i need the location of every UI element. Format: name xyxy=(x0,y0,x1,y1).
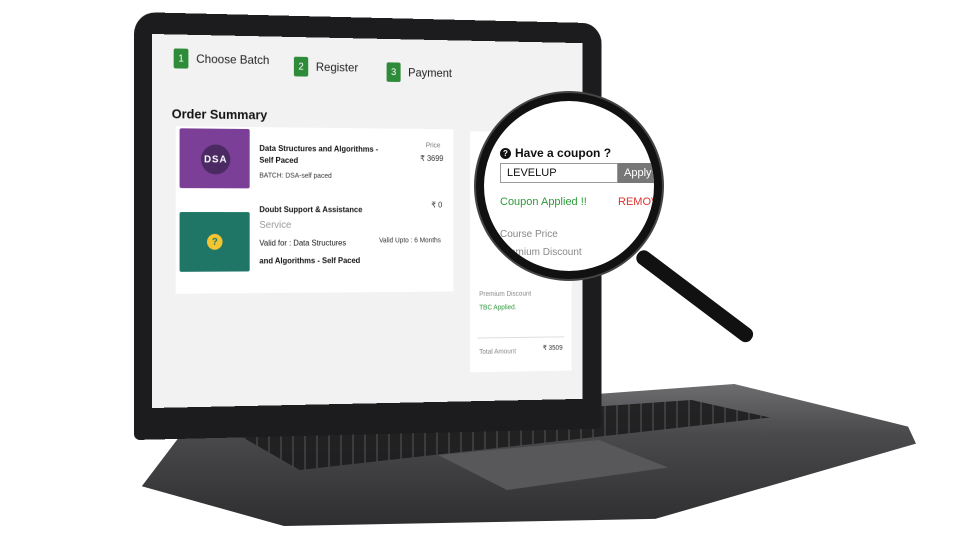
price-label: Price xyxy=(425,142,441,150)
course-batch: BATCH: DSA-self paced xyxy=(259,172,332,180)
dsa-logo: DSA xyxy=(201,144,231,175)
tbc-applied-text: TBC Applied. xyxy=(479,304,517,312)
step-label: Register xyxy=(315,60,359,75)
order-summary-card: DSA Data Structures and Algorithms - Sel… xyxy=(175,126,454,294)
dsa-course-thumbnail: DSA xyxy=(179,128,250,189)
course-title-line2: Self Paced xyxy=(259,155,299,165)
total-amount-label: Total Amount xyxy=(479,348,517,356)
step-label: Choose Batch xyxy=(196,51,270,68)
question-icon: ? xyxy=(500,147,511,159)
premium-discount-label: Premium Discount xyxy=(500,247,582,258)
doubt-support-thumbnail: ? xyxy=(179,212,250,272)
coupon-heading-text: Have a coupon ? xyxy=(515,146,612,160)
apply-coupon-button[interactable]: Apply xyxy=(618,163,654,183)
order-summary-title: Order Summary xyxy=(171,106,268,123)
magnifier-handle xyxy=(633,247,756,345)
question-chat-icon: ? xyxy=(206,233,223,250)
premium-discount-row: Premium Discount xyxy=(479,290,532,299)
total-amount-value: ₹ 3509 xyxy=(542,344,563,352)
service-title: Doubt Support & Assistance xyxy=(259,205,363,215)
step-number: 1 xyxy=(173,48,189,69)
service-valid-for-line1: Valid for : Data Structures xyxy=(259,238,347,248)
course-title-line1: Data Structures and Algorithms - xyxy=(259,143,379,154)
service-valid-upto: Valid Upto : 6 Months xyxy=(379,237,441,245)
step-number: 3 xyxy=(386,62,401,83)
service-subtitle: Service xyxy=(259,220,292,231)
step-label: Payment xyxy=(408,65,452,80)
coupon-code-input[interactable] xyxy=(500,163,618,183)
magnifier-lens: ? Have a coupon ? Apply Coupon Applied !… xyxy=(476,93,662,279)
summary-divider xyxy=(477,336,565,339)
step-payment[interactable]: 3 Payment xyxy=(386,62,452,83)
step-number: 2 xyxy=(293,56,309,77)
remove-coupon-link[interactable]: REMOVE xyxy=(618,196,654,208)
coupon-heading: ? Have a coupon ? xyxy=(500,146,611,160)
coupon-applied-message: Coupon Applied !! xyxy=(500,196,587,208)
service-price: ₹ 0 xyxy=(431,200,443,210)
step-register[interactable]: 2 Register xyxy=(293,56,359,78)
course-price: ₹ 3699 xyxy=(420,154,444,163)
course-price-label: Course Price xyxy=(500,229,558,240)
step-choose-batch[interactable]: 1 Choose Batch xyxy=(173,48,270,70)
service-valid-for-line2: and Algorithms - Self Paced xyxy=(259,256,361,266)
